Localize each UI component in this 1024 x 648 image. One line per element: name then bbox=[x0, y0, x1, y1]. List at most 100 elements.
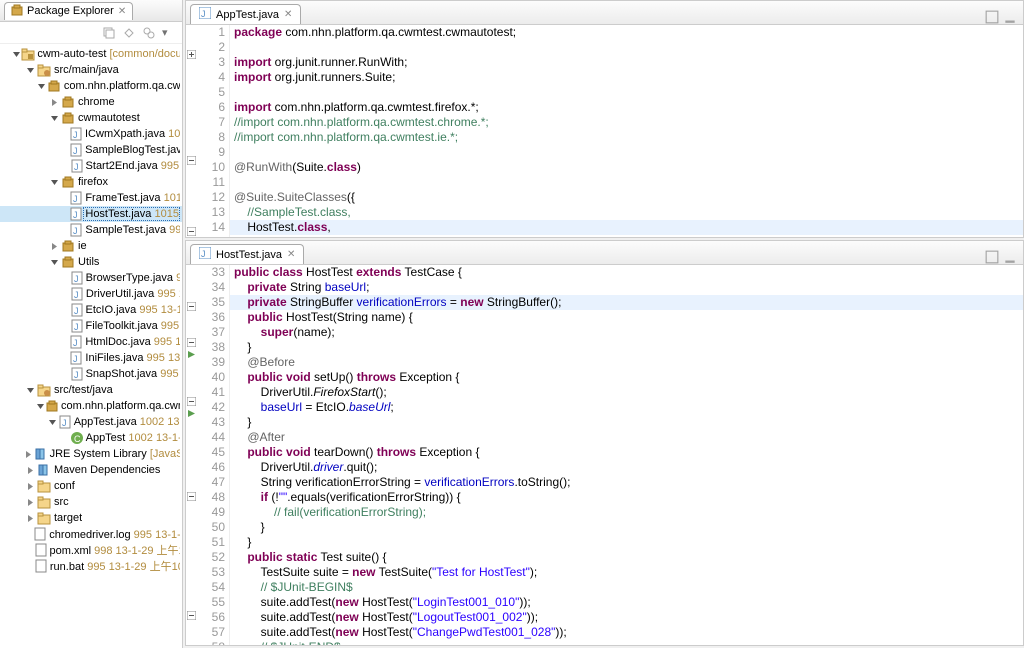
tree-item[interactable]: com.nhn.platform.qa.cwmtest.cv bbox=[0, 398, 182, 414]
code-line[interactable]: private StringBuffer verificationErrors … bbox=[230, 295, 1023, 310]
code-line[interactable]: FrameTest.class, bbox=[230, 235, 1023, 237]
code-line[interactable]: if (!"".equals(verificationErrorString))… bbox=[230, 490, 1023, 505]
tree-item[interactable]: JSampleTest.java 995 13- bbox=[0, 222, 182, 238]
code-line[interactable]: public HostTest(String name) { bbox=[230, 310, 1023, 325]
tree-item[interactable]: CAppTest 1002 13-1-30 T bbox=[0, 430, 182, 446]
tree-item[interactable]: firefox bbox=[0, 174, 182, 190]
filter-icon[interactable] bbox=[142, 26, 156, 40]
tree-item[interactable]: run.bat 995 13-1-29 上午10:29 c bbox=[0, 558, 182, 574]
twisty-icon[interactable] bbox=[48, 418, 58, 427]
code-line[interactable]: // $JUnit-BEGIN$ bbox=[230, 580, 1023, 595]
tree-item[interactable]: src/main/java bbox=[0, 62, 182, 78]
twisty-icon[interactable] bbox=[48, 258, 60, 267]
collapse-all-icon[interactable] bbox=[102, 26, 116, 40]
tree-item[interactable]: conf bbox=[0, 478, 182, 494]
minimize-icon[interactable] bbox=[1003, 250, 1017, 264]
code-line[interactable]: import com.nhn.platform.qa.cwmtest.firef… bbox=[230, 100, 1023, 115]
code-line[interactable] bbox=[230, 175, 1023, 190]
twisty-icon[interactable] bbox=[24, 450, 34, 459]
code-line[interactable] bbox=[230, 145, 1023, 160]
package-tree[interactable]: cwm-auto-test [common/document/Tesrc/mai… bbox=[0, 44, 182, 648]
minimize-icon[interactable] bbox=[1003, 10, 1017, 24]
code-line[interactable]: TestSuite suite = new TestSuite("Test fo… bbox=[230, 565, 1023, 580]
code-line[interactable]: //import com.nhn.platform.qa.cwmtest.chr… bbox=[230, 115, 1023, 130]
twisty-icon[interactable] bbox=[36, 402, 45, 411]
code-line[interactable]: super(name); bbox=[230, 325, 1023, 340]
editor-body-bottom[interactable]: 3334353637383940414243444546474849505152… bbox=[186, 265, 1023, 645]
code-line[interactable]: import org.junit.runner.RunWith; bbox=[230, 55, 1023, 70]
twisty-icon[interactable] bbox=[24, 514, 36, 523]
code-line[interactable] bbox=[230, 40, 1023, 55]
twisty-icon[interactable] bbox=[24, 466, 36, 475]
tree-item[interactable]: JFileToolkit.java 995 13-1 bbox=[0, 318, 182, 334]
code-line[interactable]: String verificationErrorString = verific… bbox=[230, 475, 1023, 490]
tree-item[interactable]: target bbox=[0, 510, 182, 526]
code-line[interactable]: public class HostTest extends TestCase { bbox=[230, 265, 1023, 280]
code-line[interactable]: import org.junit.runners.Suite; bbox=[230, 70, 1023, 85]
maximize-icon[interactable] bbox=[985, 10, 999, 24]
twisty-icon[interactable] bbox=[12, 50, 21, 59]
tree-item[interactable]: JHostTest.java 1015 13-1 bbox=[0, 206, 182, 222]
close-icon[interactable]: ✕ bbox=[284, 9, 292, 20]
code-line[interactable]: baseUrl = EtcIO.baseUrl; bbox=[230, 400, 1023, 415]
code-line[interactable]: DriverUtil.FirefoxStart(); bbox=[230, 385, 1023, 400]
code-line[interactable]: suite.addTest(new HostTest("LogoutTest00… bbox=[230, 610, 1023, 625]
tree-item[interactable]: cwm-auto-test [common/document/Te bbox=[0, 46, 182, 62]
tree-item[interactable]: com.nhn.platform.qa.cwm bbox=[0, 78, 182, 94]
code-line[interactable]: } bbox=[230, 415, 1023, 430]
tree-item[interactable]: JIniFiles.java 995 13-1-29 bbox=[0, 350, 182, 366]
twisty-icon[interactable] bbox=[24, 66, 36, 75]
tree-item[interactable]: JDriverUtil.java 995 13-1 bbox=[0, 286, 182, 302]
twisty-icon[interactable] bbox=[24, 498, 36, 507]
code-line[interactable]: suite.addTest(new HostTest("LoginTest001… bbox=[230, 595, 1023, 610]
tree-item[interactable]: Maven Dependencies bbox=[0, 462, 182, 478]
twisty-icon[interactable] bbox=[24, 386, 36, 395]
code-line[interactable]: DriverUtil.driver.quit(); bbox=[230, 460, 1023, 475]
code-line[interactable]: //SampleTest.class, bbox=[230, 205, 1023, 220]
tree-item[interactable]: src/test/java bbox=[0, 382, 182, 398]
link-with-editor-icon[interactable] bbox=[122, 26, 136, 40]
tree-item[interactable]: JSnapShot.java 995 13-1 bbox=[0, 366, 182, 382]
tree-item[interactable]: JHtmlDoc.java 995 13-1-2 bbox=[0, 334, 182, 350]
code-line[interactable] bbox=[230, 85, 1023, 100]
code-line[interactable]: HostTest.class, bbox=[230, 220, 1023, 235]
tree-item[interactable]: JICwmXpath.java 1013 13- bbox=[0, 126, 182, 142]
tab-hosttest[interactable]: J HostTest.java ✕ bbox=[190, 244, 304, 264]
code-line[interactable]: public void tearDown() throws Exception … bbox=[230, 445, 1023, 460]
tree-item[interactable]: chromedriver.log 995 13-1-29 上午 bbox=[0, 526, 182, 542]
code-line[interactable]: package com.nhn.platform.qa.cwmtest.cwma… bbox=[230, 25, 1023, 40]
twisty-icon[interactable] bbox=[48, 242, 60, 251]
tree-item[interactable]: JSampleBlogTest.java 995 bbox=[0, 142, 182, 158]
tree-item[interactable]: ie bbox=[0, 238, 182, 254]
tree-item[interactable]: JEtcIO.java 995 13-1-29 . bbox=[0, 302, 182, 318]
code-line[interactable]: //import com.nhn.platform.qa.cwmtest.ie.… bbox=[230, 130, 1023, 145]
code-line[interactable]: // $JUnit-END$ bbox=[230, 640, 1023, 645]
code-line[interactable]: } bbox=[230, 340, 1023, 355]
code-line[interactable]: @After bbox=[230, 430, 1023, 445]
tree-item[interactable]: JBrowserType.java 995 1 bbox=[0, 270, 182, 286]
explorer-tab[interactable]: Package Explorer ✕ bbox=[4, 2, 133, 20]
maximize-icon[interactable] bbox=[985, 250, 999, 264]
tree-item[interactable]: chrome bbox=[0, 94, 182, 110]
code-line[interactable]: public void setUp() throws Exception { bbox=[230, 370, 1023, 385]
close-icon[interactable]: ✕ bbox=[287, 249, 295, 260]
twisty-icon[interactable] bbox=[48, 98, 60, 107]
code-line[interactable]: @Suite.SuiteClasses({ bbox=[230, 190, 1023, 205]
tab-apptest[interactable]: J AppTest.java ✕ bbox=[190, 4, 301, 24]
code-line[interactable]: } bbox=[230, 520, 1023, 535]
tree-item[interactable]: JStart2End.java 995 13-1 bbox=[0, 158, 182, 174]
code-line[interactable]: @Before bbox=[230, 355, 1023, 370]
code-area[interactable]: package com.nhn.platform.qa.cwmtest.cwma… bbox=[230, 25, 1023, 237]
tree-item[interactable]: JAppTest.java 1002 13-1-30 bbox=[0, 414, 182, 430]
code-line[interactable]: private String baseUrl; bbox=[230, 280, 1023, 295]
code-line[interactable]: @RunWith(Suite.class) bbox=[230, 160, 1023, 175]
twisty-icon[interactable] bbox=[24, 482, 36, 491]
editor-body-top[interactable]: 123456789101112131415161718 package com.… bbox=[186, 25, 1023, 237]
tree-item[interactable]: Utils bbox=[0, 254, 182, 270]
close-icon[interactable]: ✕ bbox=[118, 6, 126, 17]
twisty-icon[interactable] bbox=[48, 178, 60, 187]
tree-item[interactable]: JRE System Library [JavaSE-1.6] bbox=[0, 446, 182, 462]
twisty-icon[interactable] bbox=[36, 82, 47, 91]
code-line[interactable]: public static Test suite() { bbox=[230, 550, 1023, 565]
tree-item[interactable]: pom.xml 998 13-1-29 上午11:24 c bbox=[0, 542, 182, 558]
